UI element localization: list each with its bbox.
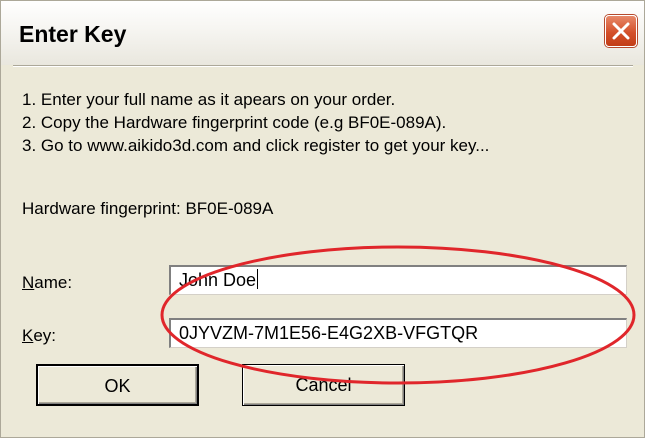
key-label: Key: bbox=[22, 326, 56, 346]
instruction-line-2: 2. Copy the Hardware fingerprint code (e… bbox=[22, 113, 447, 132]
instruction-line-3: 3. Go to www.aikido3d.com and click regi… bbox=[22, 136, 490, 155]
instructions: 1. Enter your full name as it apears on … bbox=[22, 88, 489, 157]
key-field-value: 0JYVZM-7M1E56-E4G2XB-VFGTQR bbox=[179, 323, 479, 343]
key-label-mnemonic: K bbox=[22, 326, 34, 345]
cancel-button[interactable]: Cancel bbox=[242, 364, 405, 406]
name-label-rest: ame: bbox=[34, 273, 73, 292]
key-field[interactable]: 0JYVZM-7M1E56-E4G2XB-VFGTQR bbox=[169, 318, 627, 348]
text-caret bbox=[257, 269, 259, 289]
name-field[interactable]: John Doe bbox=[169, 265, 627, 295]
close-button[interactable] bbox=[605, 15, 637, 47]
name-label-mnemonic: N bbox=[22, 273, 35, 292]
name-label: Name: bbox=[22, 273, 72, 293]
enter-key-dialog: Enter Key 1. Enter your full name as it … bbox=[0, 0, 645, 438]
ok-button[interactable]: OK bbox=[36, 364, 199, 406]
close-x-icon bbox=[612, 22, 630, 40]
name-field-value: John Doe bbox=[179, 270, 257, 290]
title-bar[interactable]: Enter Key bbox=[1, 1, 644, 65]
title-separator bbox=[13, 65, 633, 67]
hardware-fingerprint-text: Hardware fingerprint: BF0E-089A bbox=[22, 199, 274, 218]
key-label-rest: ey: bbox=[33, 326, 57, 345]
window-title: Enter Key bbox=[19, 21, 127, 47]
instruction-line-1: 1. Enter your full name as it apears on … bbox=[22, 90, 396, 109]
